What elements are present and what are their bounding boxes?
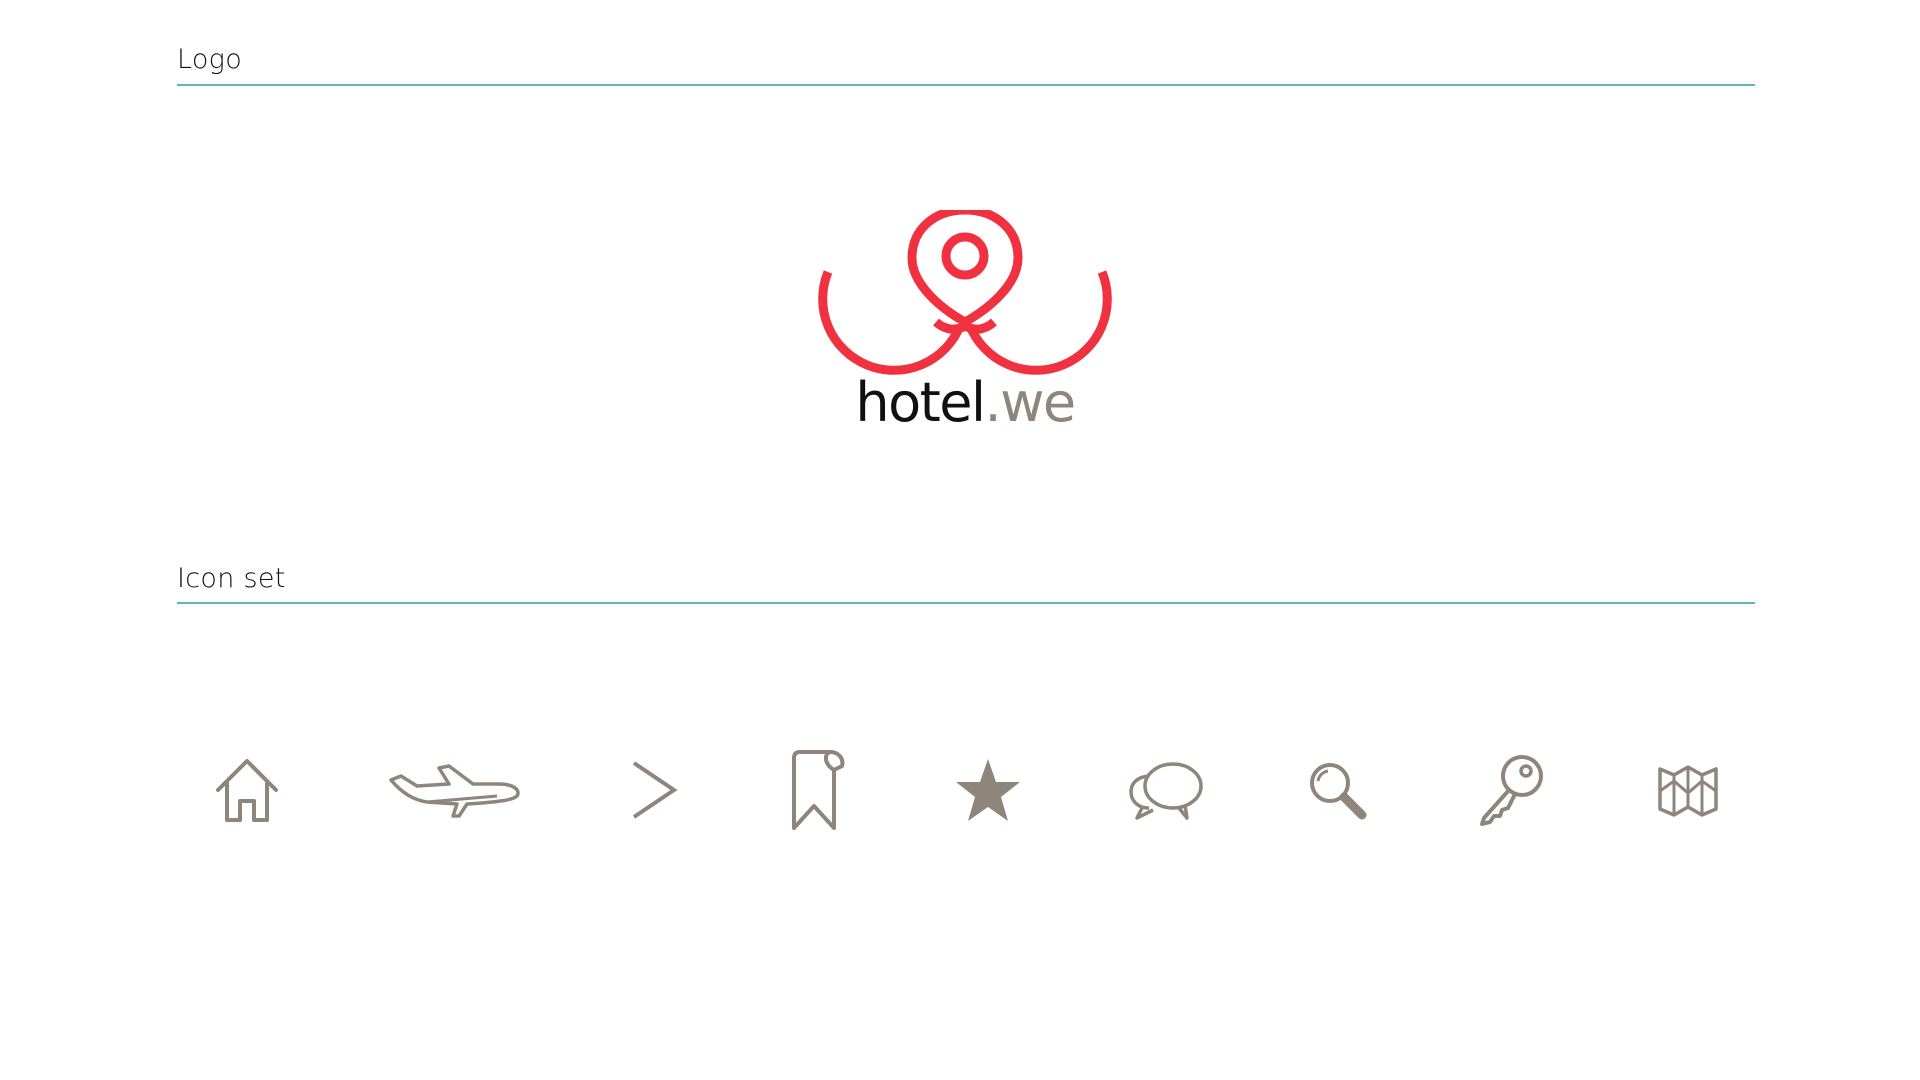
chat-bubbles-icon xyxy=(1128,748,1206,832)
logo-section-divider xyxy=(177,84,1755,86)
wordmark-we: .we xyxy=(984,371,1077,434)
map-icon xyxy=(1656,748,1720,832)
hotel-we-logo: hotel.we xyxy=(800,205,1130,450)
home-icon xyxy=(212,748,282,832)
logo-wordmark: hotel.we xyxy=(800,376,1130,430)
chevron-right-icon xyxy=(624,748,684,832)
logo-section-title: Logo xyxy=(177,44,243,75)
icon-set-section-title: Icon set xyxy=(177,563,286,594)
airplane-icon xyxy=(385,748,525,832)
star-icon xyxy=(952,748,1024,832)
search-icon xyxy=(1304,748,1370,832)
page: Logo hotel.we Icon set xyxy=(0,0,1920,1080)
icon-set-section-divider xyxy=(177,602,1755,604)
logo-mark-icon xyxy=(818,205,1112,375)
key-icon xyxy=(1476,748,1546,832)
bookmark-icon xyxy=(780,748,850,832)
wordmark-hotel: hotel xyxy=(855,371,986,434)
